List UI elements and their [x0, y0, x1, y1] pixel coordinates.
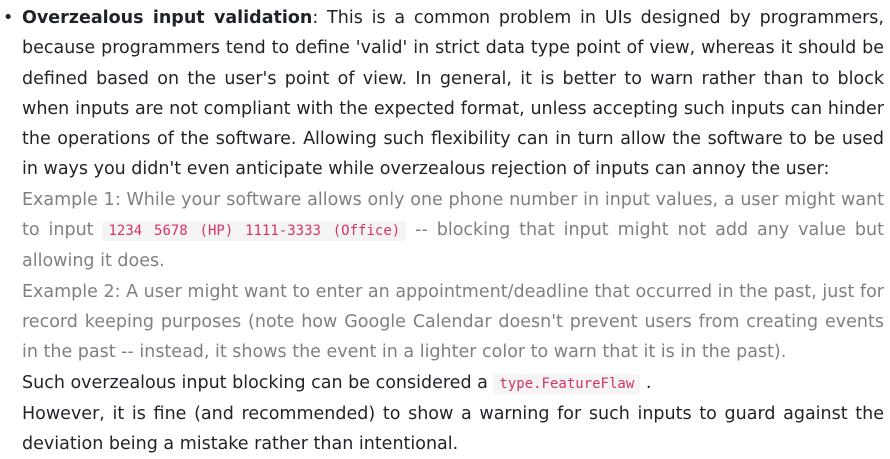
example-1: Example 1: While your software allows on…	[22, 185, 884, 277]
intro-paragraph: Overzealous input validation: This is a …	[22, 3, 884, 185]
term-heading: Overzealous input validation	[22, 8, 313, 28]
feature-flaw-code: type.FeatureFlaw	[493, 373, 641, 394]
example-1-code: 1234 5678 (HP) 1111-3333 (Office)	[102, 221, 407, 242]
bullet-marker: •	[3, 8, 14, 28]
consider-line: Such overzealous input blocking can be c…	[22, 368, 884, 399]
consider-text-before: Such overzealous input blocking can be c…	[22, 372, 494, 393]
closing-paragraph: However, it is fine (and recommended) to…	[22, 403, 884, 455]
list-item: • Overzealous input validation: This is …	[3, 3, 884, 459]
example-2: Example 2: A user might want to enter an…	[22, 281, 884, 363]
intro-text: : This is a common problem in UIs design…	[22, 8, 884, 180]
consider-text-after: .	[640, 372, 652, 393]
